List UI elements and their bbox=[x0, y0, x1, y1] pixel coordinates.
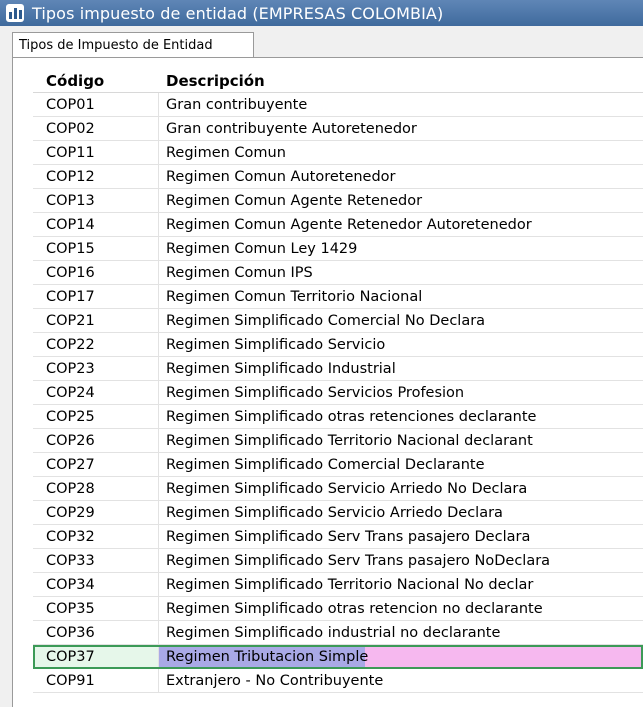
data-grid: Código Descripción COP01 Gran contribuyen… bbox=[33, 70, 643, 693]
cell-descripcion[interactable]: Regimen Comun Autoretenedor bbox=[159, 165, 643, 188]
cell-descripcion[interactable]: Regimen Comun Territorio Nacional bbox=[159, 285, 643, 308]
cell-descripcion[interactable]: Regimen Simplificado Serv Trans pasajero… bbox=[159, 549, 643, 572]
table-row[interactable]: COP32 Regimen Simplificado Serv Trans pas… bbox=[33, 525, 643, 549]
cell-codigo[interactable]: COP37 bbox=[33, 645, 159, 668]
cell-descripcion[interactable]: Regimen Comun bbox=[159, 141, 643, 164]
app-logo-icon bbox=[6, 4, 24, 22]
title-bar: Tipos impuesto de entidad (EMPRESAS COLO… bbox=[0, 0, 643, 26]
cell-codigo[interactable]: COP22 bbox=[33, 333, 159, 356]
cell-descripcion[interactable]: Regimen Simplificado Comercial Declarant… bbox=[159, 453, 643, 476]
table-row[interactable]: COP11 Regimen Comun bbox=[33, 141, 643, 165]
cell-codigo[interactable]: COP01 bbox=[33, 93, 159, 116]
table-row[interactable]: COP35 Regimen Simplificado otras retencio… bbox=[33, 597, 643, 621]
table-row[interactable]: COP29 Regimen Simplificado Servicio Arrie… bbox=[33, 501, 643, 525]
cell-descripcion[interactable]: Regimen Simplificado Serv Trans pasajero… bbox=[159, 525, 643, 548]
column-header-codigo[interactable]: Código bbox=[33, 72, 159, 90]
cell-codigo[interactable]: COP32 bbox=[33, 525, 159, 548]
cell-codigo[interactable]: COP14 bbox=[33, 213, 159, 236]
cell-codigo[interactable]: COP21 bbox=[33, 309, 159, 332]
grid-body: COP01 Gran contribuyente COP02 Gran contrib… bbox=[33, 93, 643, 693]
cell-descripcion[interactable]: Regimen Simplificado otras retencion no … bbox=[159, 597, 643, 620]
table-row[interactable]: COP23 Regimen Simplificado Industrial bbox=[33, 357, 643, 381]
table-row[interactable]: COP22 Regimen Simplificado Servicio bbox=[33, 333, 643, 357]
table-row[interactable]: COP25 Regimen Simplificado otras retencio… bbox=[33, 405, 643, 429]
table-row[interactable]: COP26 Regimen Simplificado Territorio Nac… bbox=[33, 429, 643, 453]
cell-descripcion[interactable]: Regimen Simplificado Industrial bbox=[159, 357, 643, 380]
cell-descripcion[interactable]: Regimen Simplificado Territorio Nacional… bbox=[159, 573, 643, 596]
cell-descripcion[interactable]: Regimen Comun Ley 1429 bbox=[159, 237, 643, 260]
table-row[interactable]: COP17 Regimen Comun Territorio Nacional bbox=[33, 285, 643, 309]
cell-codigo[interactable]: COP29 bbox=[33, 501, 159, 524]
cell-descripcion[interactable]: Regimen Simplificado industrial no decla… bbox=[159, 621, 643, 644]
cell-codigo[interactable]: COP36 bbox=[33, 621, 159, 644]
cell-descripcion[interactable]: Regimen Comun Agente Retenedor bbox=[159, 189, 643, 212]
tab-strip: Tipos de Impuesto de Entidad bbox=[0, 26, 643, 58]
cell-codigo[interactable]: COP02 bbox=[33, 117, 159, 140]
table-row[interactable]: COP34 Regimen Simplificado Territorio Nac… bbox=[33, 573, 643, 597]
column-header-descripcion[interactable]: Descripción bbox=[159, 72, 643, 90]
cell-codigo[interactable]: COP34 bbox=[33, 573, 159, 596]
table-row[interactable]: COP28 Regimen Simplificado Servicio Arrie… bbox=[33, 477, 643, 501]
cell-codigo[interactable]: COP23 bbox=[33, 357, 159, 380]
cell-codigo[interactable]: COP28 bbox=[33, 477, 159, 500]
cell-descripcion[interactable]: Regimen Simplificado otras retenciones d… bbox=[159, 405, 643, 428]
cell-codigo[interactable]: COP33 bbox=[33, 549, 159, 572]
cell-descripcion[interactable]: Regimen Comun IPS bbox=[159, 261, 643, 284]
cell-codigo[interactable]: COP35 bbox=[33, 597, 159, 620]
window-title: Tipos impuesto de entidad (EMPRESAS COLO… bbox=[32, 3, 444, 23]
cell-codigo[interactable]: COP13 bbox=[33, 189, 159, 212]
cell-descripcion[interactable]: Regimen Simplificado Servicio Arriedo De… bbox=[159, 501, 643, 524]
table-row[interactable]: COP01 Gran contribuyente bbox=[33, 93, 643, 117]
table-row[interactable]: COP21 Regimen Simplificado Comercial No D… bbox=[33, 309, 643, 333]
cell-descripcion[interactable]: Regimen Tributacion Simple bbox=[159, 645, 643, 668]
table-row[interactable]: COP37 Regimen Tributacion Simple bbox=[33, 645, 643, 669]
cell-codigo[interactable]: COP15 bbox=[33, 237, 159, 260]
table-row[interactable]: COP02 Gran contribuyente Autoretenedor bbox=[33, 117, 643, 141]
cell-codigo[interactable]: COP91 bbox=[33, 669, 159, 692]
table-row[interactable]: COP12 Regimen Comun Autoretenedor bbox=[33, 165, 643, 189]
cell-codigo[interactable]: COP12 bbox=[33, 165, 159, 188]
table-row[interactable]: COP15 Regimen Comun Ley 1429 bbox=[33, 237, 643, 261]
tab-tipos-impuesto[interactable]: Tipos de Impuesto de Entidad bbox=[12, 32, 254, 58]
grid-header: Código Descripción bbox=[33, 70, 643, 93]
cell-descripcion[interactable]: Regimen Simplificado Servicios Profesion bbox=[159, 381, 643, 404]
cell-codigo[interactable]: COP26 bbox=[33, 429, 159, 452]
table-row[interactable]: COP24 Regimen Simplificado Servicios Prof… bbox=[33, 381, 643, 405]
cell-descripcion[interactable]: Regimen Simplificado Comercial No Declar… bbox=[159, 309, 643, 332]
table-row[interactable]: COP13 Regimen Comun Agente Retenedor bbox=[33, 189, 643, 213]
table-row[interactable]: COP91 Extranjero - No Contribuyente bbox=[33, 669, 643, 693]
table-row[interactable]: COP27 Regimen Simplificado Comercial Decl… bbox=[33, 453, 643, 477]
cell-descripcion[interactable]: Regimen Comun Agente Retenedor Autoreten… bbox=[159, 213, 643, 236]
cell-codigo[interactable]: COP27 bbox=[33, 453, 159, 476]
cell-codigo[interactable]: COP16 bbox=[33, 261, 159, 284]
cell-descripcion[interactable]: Gran contribuyente Autoretenedor bbox=[159, 117, 643, 140]
table-row[interactable]: COP33 Regimen Simplificado Serv Trans pas… bbox=[33, 549, 643, 573]
cell-codigo[interactable]: COP25 bbox=[33, 405, 159, 428]
table-row[interactable]: COP16 Regimen Comun IPS bbox=[33, 261, 643, 285]
cell-descripcion[interactable]: Gran contribuyente bbox=[159, 93, 643, 116]
cell-descripcion[interactable]: Extranjero - No Contribuyente bbox=[159, 669, 643, 692]
cell-descripcion[interactable]: Regimen Simplificado Territorio Nacional… bbox=[159, 429, 643, 452]
table-row[interactable]: COP36 Regimen Simplificado industrial no … bbox=[33, 621, 643, 645]
cell-codigo[interactable]: COP11 bbox=[33, 141, 159, 164]
table-row[interactable]: COP14 Regimen Comun Agente Retenedor Auto… bbox=[33, 213, 643, 237]
cell-descripcion[interactable]: Regimen Simplificado Servicio bbox=[159, 333, 643, 356]
cell-codigo[interactable]: COP24 bbox=[33, 381, 159, 404]
cell-codigo[interactable]: COP17 bbox=[33, 285, 159, 308]
cell-descripcion[interactable]: Regimen Simplificado Servicio Arriedo No… bbox=[159, 477, 643, 500]
